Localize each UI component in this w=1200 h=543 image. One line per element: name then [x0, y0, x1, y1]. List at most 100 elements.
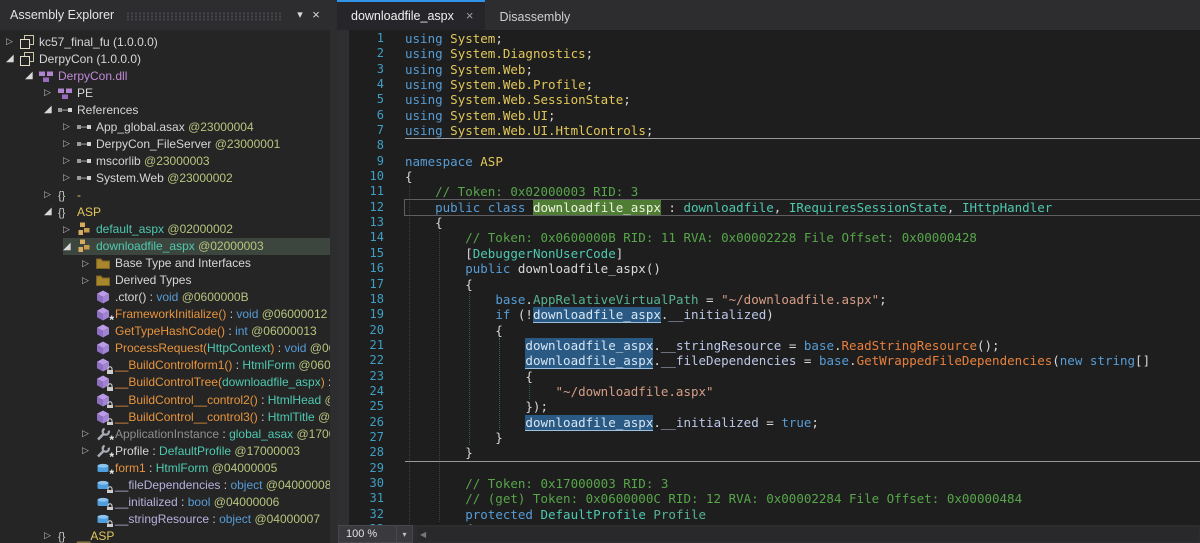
tree-item-asp[interactable]: ▷{}__ASP — [0, 527, 330, 543]
horizontal-scrollbar[interactable]: ◀ — [417, 527, 1199, 541]
tree-item-label: form1 : HtmlForm @04000005 — [115, 461, 277, 475]
tree-expander-icon[interactable]: ▷ — [63, 172, 76, 183]
line-number: 9 — [349, 154, 393, 169]
tree-item-buildcontroltree[interactable]: __BuildControlTree(downloadfile_aspx) : — [0, 374, 330, 391]
tree-item-derpycon-1-0-0-0[interactable]: ◢DerpyCon (1.0.0.0) — [0, 50, 330, 67]
code-line-29 — [405, 461, 1200, 476]
tab-label: Disassembly — [499, 10, 570, 24]
tree-expander-icon[interactable]: ▷ — [82, 445, 95, 456]
tree-item-frameworkinitialize[interactable]: * FrameworkInitialize() : void @06000012 — [0, 306, 330, 323]
tree-item-app-global-asax[interactable]: ▷ App_global.asax @23000004 — [0, 118, 330, 135]
code-line-31: // (get) Token: 0x0600000C RID: 12 RVA: … — [405, 491, 1200, 506]
code-line-6: using System.Web.UI; — [405, 108, 1200, 123]
tree-item-label: __BuildControl__control3() : HtmlTitle @ — [115, 410, 330, 424]
tree-item-label: App_global.asax @23000004 — [96, 120, 254, 134]
tree-item-applicationinstance[interactable]: ▷*ApplicationInstance : global_asax @170… — [0, 425, 330, 442]
tree-expander-icon[interactable]: ◢ — [25, 70, 38, 81]
highlighted-reference: downloadfile_aspx — [533, 307, 661, 323]
tree-item-item[interactable]: ▷{}- — [0, 186, 330, 203]
panel-splitter[interactable] — [330, 0, 337, 543]
zoom-level-combobox[interactable]: 100 % — [338, 525, 397, 543]
tree-expander-icon[interactable]: ▷ — [82, 258, 95, 269]
tree-item-buildcontrol-control3[interactable]: __BuildControl__control3() : HtmlTitle @ — [0, 408, 330, 425]
line-number: 19 — [349, 307, 393, 322]
reference-icon — [76, 170, 92, 186]
line-number-gutter: 1234567891011121314151617181920212223242… — [349, 31, 393, 525]
panel-menu-button[interactable]: ▾ — [292, 7, 308, 23]
tree-expander-icon[interactable]: ▷ — [63, 224, 76, 235]
tab-label: downloadfile_aspx — [351, 9, 454, 23]
svg-text:{}: {} — [58, 207, 66, 219]
code-line-19: if (!downloadfile_aspx.__initialized) — [405, 307, 1200, 322]
tree-item-filedependencies[interactable]: __fileDependencies : object @04000008 — [0, 476, 330, 493]
tab-close-icon[interactable]: × — [466, 11, 474, 21]
method-icon: * — [95, 306, 111, 322]
tree-item-downloadfile-aspx[interactable]: ◢ downloadfile_aspx @02000003 — [0, 238, 330, 255]
tree-item-default-aspx[interactable]: ▷default_aspx @02000002 — [0, 221, 330, 238]
tree-item-gettypehashcode[interactable]: GetTypeHashCode() : int @06000013 — [0, 323, 330, 340]
tree-expander-icon[interactable]: ▷ — [44, 189, 57, 200]
code-line-27: } — [405, 430, 1200, 445]
code-editor-panel: downloadfile_aspx × Disassembly 1234567891… — [337, 0, 1200, 543]
line-number: 10 — [349, 169, 393, 184]
tree-item-profile[interactable]: ▷*Profile : DefaultProfile @17000003 — [0, 442, 330, 459]
tree-expander-icon[interactable]: ◢ — [6, 53, 19, 64]
tree-item-mscorlib[interactable]: ▷mscorlib @23000003 — [0, 152, 330, 169]
tree-item-asp[interactable]: ◢{}ASP — [0, 203, 330, 220]
tree-item-pe[interactable]: ▷PE — [0, 84, 330, 101]
tree-item-label: System.Web @23000002 — [96, 171, 233, 185]
tree-expander-icon[interactable]: ▷ — [63, 121, 76, 132]
code-line-18: base.AppRelativeVirtualPath = "~/downloa… — [405, 292, 1200, 307]
class-icon — [76, 238, 92, 254]
tree-item-label: kc57_final_fu (1.0.0.0) — [39, 35, 158, 49]
tree-expander-icon[interactable]: ◢ — [63, 241, 76, 252]
code-lines: using System;using System.Diagnostics;us… — [405, 31, 1200, 525]
tab-downloadfile-aspx[interactable]: downloadfile_aspx × — [337, 0, 485, 30]
tree-item-kc57-final-fu-1-0-0-0[interactable]: ▷ kc57_final_fu (1.0.0.0) — [0, 33, 330, 50]
tree-expander-icon[interactable]: ▷ — [6, 36, 19, 47]
code-view[interactable]: 1234567891011121314151617181920212223242… — [337, 30, 1200, 525]
tree-item-initialized[interactable]: __initialized : bool @04000006 — [0, 493, 330, 510]
svg-text:{}: {} — [58, 190, 66, 202]
panel-title: Assembly Explorer — [10, 8, 114, 22]
tree-expander-icon[interactable]: ▷ — [63, 155, 76, 166]
tree-item-buildcontrol-control2[interactable]: __BuildControl__control2() : HtmlHead @ — [0, 391, 330, 408]
code-line-14: // Token: 0x0600000B RID: 11 RVA: 0x0000… — [405, 230, 1200, 245]
tree-expander-icon[interactable]: ▷ — [63, 138, 76, 149]
tree-item-base-type-and-interfaces[interactable]: ▷Base Type and Interfaces — [0, 255, 330, 272]
tree-item-processrequest[interactable]: ProcessRequest(HttpContext) : void @06 — [0, 340, 330, 357]
tree-expander-icon[interactable]: ▷ — [82, 275, 95, 286]
tree-expander-icon[interactable]: ▷ — [44, 87, 57, 98]
tree-item-derpycon-fileserver[interactable]: ▷ DerpyCon_FileServer @23000001 — [0, 135, 330, 152]
tree-item-buildcontrolform1[interactable]: __BuildControlform1() : HtmlForm @060 — [0, 357, 330, 374]
highlighted-reference: downloadfile_aspx — [525, 415, 653, 431]
line-number: 14 — [349, 230, 393, 245]
tree-item-system-web[interactable]: ▷ System.Web @23000002 — [0, 169, 330, 186]
tree-item-form1[interactable]: *form1 : HtmlForm @04000005 — [0, 459, 330, 476]
tree-item-ctor[interactable]: .ctor() : void @0600000B — [0, 289, 330, 306]
tree-item-derived-types[interactable]: ▷Derived Types — [0, 272, 330, 289]
line-number: 24 — [349, 384, 393, 399]
tree-item-label: References — [77, 103, 138, 117]
line-number: 16 — [349, 261, 393, 276]
tree-item-stringresource[interactable]: __stringResource : object @04000007 — [0, 510, 330, 527]
tree-expander-icon[interactable]: ▷ — [82, 428, 95, 439]
code-line-26: downloadfile_aspx.__initialized = true; — [405, 415, 1200, 430]
panel-close-button[interactable]: × — [308, 7, 324, 23]
code-line-28: } — [405, 445, 1200, 460]
tree-expander-icon[interactable]: ◢ — [44, 206, 57, 217]
tree-expander-icon[interactable]: ▷ — [44, 530, 57, 541]
namespace-icon: {} — [57, 528, 73, 543]
tree-item-label: downloadfile_aspx @02000003 — [96, 239, 264, 253]
tree-item-label: FrameworkInitialize() : void @06000012 — [115, 307, 327, 321]
method-icon — [95, 409, 111, 425]
line-number: 30 — [349, 476, 393, 491]
tree-item-label: DerpyCon_FileServer @23000001 — [96, 137, 280, 151]
code-line-5: using System.Web.SessionState; — [405, 92, 1200, 107]
tab-disassembly[interactable]: Disassembly — [485, 4, 582, 30]
tree-expander-icon[interactable]: ◢ — [44, 104, 57, 115]
tree-item-derpycon-dll[interactable]: ◢DerpyCon.dll — [0, 67, 330, 84]
zoom-dropdown-button[interactable]: ▾ — [397, 525, 413, 543]
scroll-left-arrow-icon[interactable]: ◀ — [417, 530, 426, 539]
tree-item-references[interactable]: ◢ References — [0, 101, 330, 118]
